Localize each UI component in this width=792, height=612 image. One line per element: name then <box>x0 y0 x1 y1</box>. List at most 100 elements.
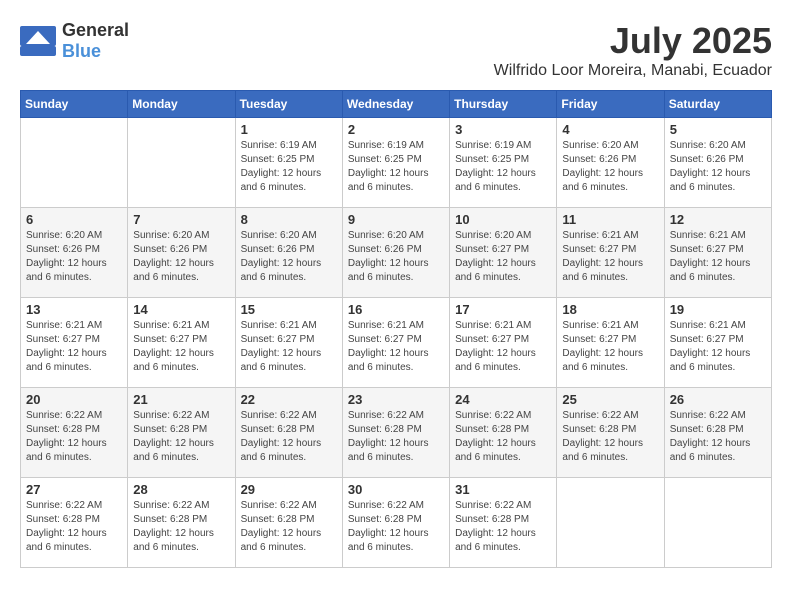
day-number: 20 <box>26 392 122 407</box>
day-info: Sunrise: 6:21 AM Sunset: 6:27 PM Dayligh… <box>562 319 658 375</box>
table-row: 26 Sunrise: 6:22 AM Sunset: 6:28 PM Dayli… <box>664 388 771 478</box>
table-row: 7 Sunrise: 6:20 AM Sunset: 6:26 PM Daylig… <box>128 208 235 298</box>
day-info: Sunrise: 6:22 AM Sunset: 6:28 PM Dayligh… <box>133 499 229 555</box>
day-number: 31 <box>455 482 551 497</box>
location-title: Wilfrido Loor Moreira, Manabi, Ecuador <box>494 62 772 80</box>
day-info: Sunrise: 6:20 AM Sunset: 6:26 PM Dayligh… <box>133 229 229 285</box>
table-row: 6 Sunrise: 6:20 AM Sunset: 6:26 PM Daylig… <box>21 208 128 298</box>
table-row: 11Sunrise: 6:21 AM Sunset: 6:27 PM Dayli… <box>557 208 664 298</box>
logo-text: General Blue <box>62 20 129 62</box>
day-info: Sunrise: 6:21 AM Sunset: 6:27 PM Dayligh… <box>455 319 551 375</box>
table-row: 1 Sunrise: 6:19 AM Sunset: 6:25 PM Daylig… <box>235 118 342 208</box>
col-friday: Friday <box>557 91 664 118</box>
day-number: 24 <box>455 392 551 407</box>
table-row: 5 Sunrise: 6:20 AM Sunset: 6:26 PM Daylig… <box>664 118 771 208</box>
day-info: Sunrise: 6:21 AM Sunset: 6:27 PM Dayligh… <box>26 319 122 375</box>
table-row <box>128 118 235 208</box>
table-row: 12Sunrise: 6:21 AM Sunset: 6:27 PM Dayli… <box>664 208 771 298</box>
day-info: Sunrise: 6:22 AM Sunset: 6:28 PM Dayligh… <box>133 409 229 465</box>
day-number: 3 <box>455 122 551 137</box>
day-info: Sunrise: 6:20 AM Sunset: 6:26 PM Dayligh… <box>562 139 658 195</box>
table-row: 19 Sunrise: 6:21 AM Sunset: 6:27 PM Dayli… <box>664 298 771 388</box>
logo-icon <box>20 26 56 56</box>
day-info: Sunrise: 6:22 AM Sunset: 6:28 PM Dayligh… <box>26 499 122 555</box>
day-number: 7 <box>133 212 229 227</box>
calendar-header-row: Sunday Monday Tuesday Wednesday Thursday… <box>21 91 772 118</box>
table-row: 13 Sunrise: 6:21 AM Sunset: 6:27 PM Dayli… <box>21 298 128 388</box>
col-tuesday: Tuesday <box>235 91 342 118</box>
table-row: 8 Sunrise: 6:20 AM Sunset: 6:26 PM Daylig… <box>235 208 342 298</box>
table-row: 18 Sunrise: 6:21 AM Sunset: 6:27 PM Dayli… <box>557 298 664 388</box>
day-info: Sunrise: 6:21 AM Sunset: 6:27 PM Dayligh… <box>670 229 766 285</box>
logo: General Blue <box>20 20 129 62</box>
table-row: 25 Sunrise: 6:22 AM Sunset: 6:28 PM Dayli… <box>557 388 664 478</box>
day-number: 18 <box>562 302 658 317</box>
day-number: 10 <box>455 212 551 227</box>
day-info: Sunrise: 6:21 AM Sunset: 6:27 PM Dayligh… <box>670 319 766 375</box>
col-saturday: Saturday <box>664 91 771 118</box>
day-info: Sunrise: 6:21 AM Sunset: 6:27 PM Dayligh… <box>348 319 444 375</box>
calendar-week-5: 27Sunrise: 6:22 AM Sunset: 6:28 PM Dayli… <box>21 478 772 568</box>
month-title: July 2025 <box>494 20 772 62</box>
day-number: 5 <box>670 122 766 137</box>
table-row: 22 Sunrise: 6:22 AM Sunset: 6:28 PM Dayli… <box>235 388 342 478</box>
day-info: Sunrise: 6:22 AM Sunset: 6:28 PM Dayligh… <box>455 499 551 555</box>
day-number: 15 <box>241 302 337 317</box>
table-row: 15 Sunrise: 6:21 AM Sunset: 6:27 PM Dayli… <box>235 298 342 388</box>
day-info: Sunrise: 6:21 AM Sunset: 6:27 PM Dayligh… <box>241 319 337 375</box>
table-row: 16 Sunrise: 6:21 AM Sunset: 6:27 PM Dayli… <box>342 298 449 388</box>
day-number: 23 <box>348 392 444 407</box>
day-info: Sunrise: 6:22 AM Sunset: 6:28 PM Dayligh… <box>562 409 658 465</box>
title-area: July 2025 Wilfrido Loor Moreira, Manabi,… <box>494 20 772 80</box>
day-info: Sunrise: 6:20 AM Sunset: 6:27 PM Dayligh… <box>455 229 551 285</box>
day-info: Sunrise: 6:22 AM Sunset: 6:28 PM Dayligh… <box>241 409 337 465</box>
day-info: Sunrise: 6:20 AM Sunset: 6:26 PM Dayligh… <box>670 139 766 195</box>
table-row: 10 Sunrise: 6:20 AM Sunset: 6:27 PM Dayli… <box>450 208 557 298</box>
day-number: 16 <box>348 302 444 317</box>
day-number: 8 <box>241 212 337 227</box>
day-number: 25 <box>562 392 658 407</box>
table-row: 29 Sunrise: 6:22 AM Sunset: 6:28 PM Dayli… <box>235 478 342 568</box>
table-row <box>21 118 128 208</box>
day-number: 4 <box>562 122 658 137</box>
calendar-week-3: 13 Sunrise: 6:21 AM Sunset: 6:27 PM Dayli… <box>21 298 772 388</box>
day-number: 19 <box>670 302 766 317</box>
table-row: 14Sunrise: 6:21 AM Sunset: 6:27 PM Dayli… <box>128 298 235 388</box>
day-info: Sunrise: 6:20 AM Sunset: 6:26 PM Dayligh… <box>241 229 337 285</box>
col-sunday: Sunday <box>21 91 128 118</box>
logo-blue: Blue <box>62 41 101 61</box>
table-row: 21Sunrise: 6:22 AM Sunset: 6:28 PM Dayli… <box>128 388 235 478</box>
day-number: 29 <box>241 482 337 497</box>
day-info: Sunrise: 6:19 AM Sunset: 6:25 PM Dayligh… <box>455 139 551 195</box>
table-row <box>664 478 771 568</box>
day-info: Sunrise: 6:22 AM Sunset: 6:28 PM Dayligh… <box>26 409 122 465</box>
day-info: Sunrise: 6:19 AM Sunset: 6:25 PM Dayligh… <box>241 139 337 195</box>
day-info: Sunrise: 6:22 AM Sunset: 6:28 PM Dayligh… <box>348 499 444 555</box>
col-thursday: Thursday <box>450 91 557 118</box>
day-number: 13 <box>26 302 122 317</box>
day-number: 6 <box>26 212 122 227</box>
table-row: 31 Sunrise: 6:22 AM Sunset: 6:28 PM Dayli… <box>450 478 557 568</box>
day-info: Sunrise: 6:20 AM Sunset: 6:26 PM Dayligh… <box>348 229 444 285</box>
day-info: Sunrise: 6:22 AM Sunset: 6:28 PM Dayligh… <box>348 409 444 465</box>
day-number: 9 <box>348 212 444 227</box>
logo-general: General <box>62 20 129 40</box>
day-info: Sunrise: 6:22 AM Sunset: 6:28 PM Dayligh… <box>455 409 551 465</box>
day-number: 1 <box>241 122 337 137</box>
day-info: Sunrise: 6:20 AM Sunset: 6:26 PM Dayligh… <box>26 229 122 285</box>
calendar-week-1: 1 Sunrise: 6:19 AM Sunset: 6:25 PM Daylig… <box>21 118 772 208</box>
calendar-week-4: 20 Sunrise: 6:22 AM Sunset: 6:28 PM Dayli… <box>21 388 772 478</box>
day-info: Sunrise: 6:22 AM Sunset: 6:28 PM Dayligh… <box>670 409 766 465</box>
day-number: 26 <box>670 392 766 407</box>
table-row: 2Sunrise: 6:19 AM Sunset: 6:25 PM Daylig… <box>342 118 449 208</box>
day-number: 22 <box>241 392 337 407</box>
page-header: General Blue July 2025 Wilfrido Loor Mor… <box>20 20 772 80</box>
table-row: 17Sunrise: 6:21 AM Sunset: 6:27 PM Dayli… <box>450 298 557 388</box>
col-monday: Monday <box>128 91 235 118</box>
table-row: 4 Sunrise: 6:20 AM Sunset: 6:26 PM Daylig… <box>557 118 664 208</box>
day-number: 28 <box>133 482 229 497</box>
day-number: 30 <box>348 482 444 497</box>
table-row: 9 Sunrise: 6:20 AM Sunset: 6:26 PM Daylig… <box>342 208 449 298</box>
day-info: Sunrise: 6:22 AM Sunset: 6:28 PM Dayligh… <box>241 499 337 555</box>
day-info: Sunrise: 6:21 AM Sunset: 6:27 PM Dayligh… <box>133 319 229 375</box>
